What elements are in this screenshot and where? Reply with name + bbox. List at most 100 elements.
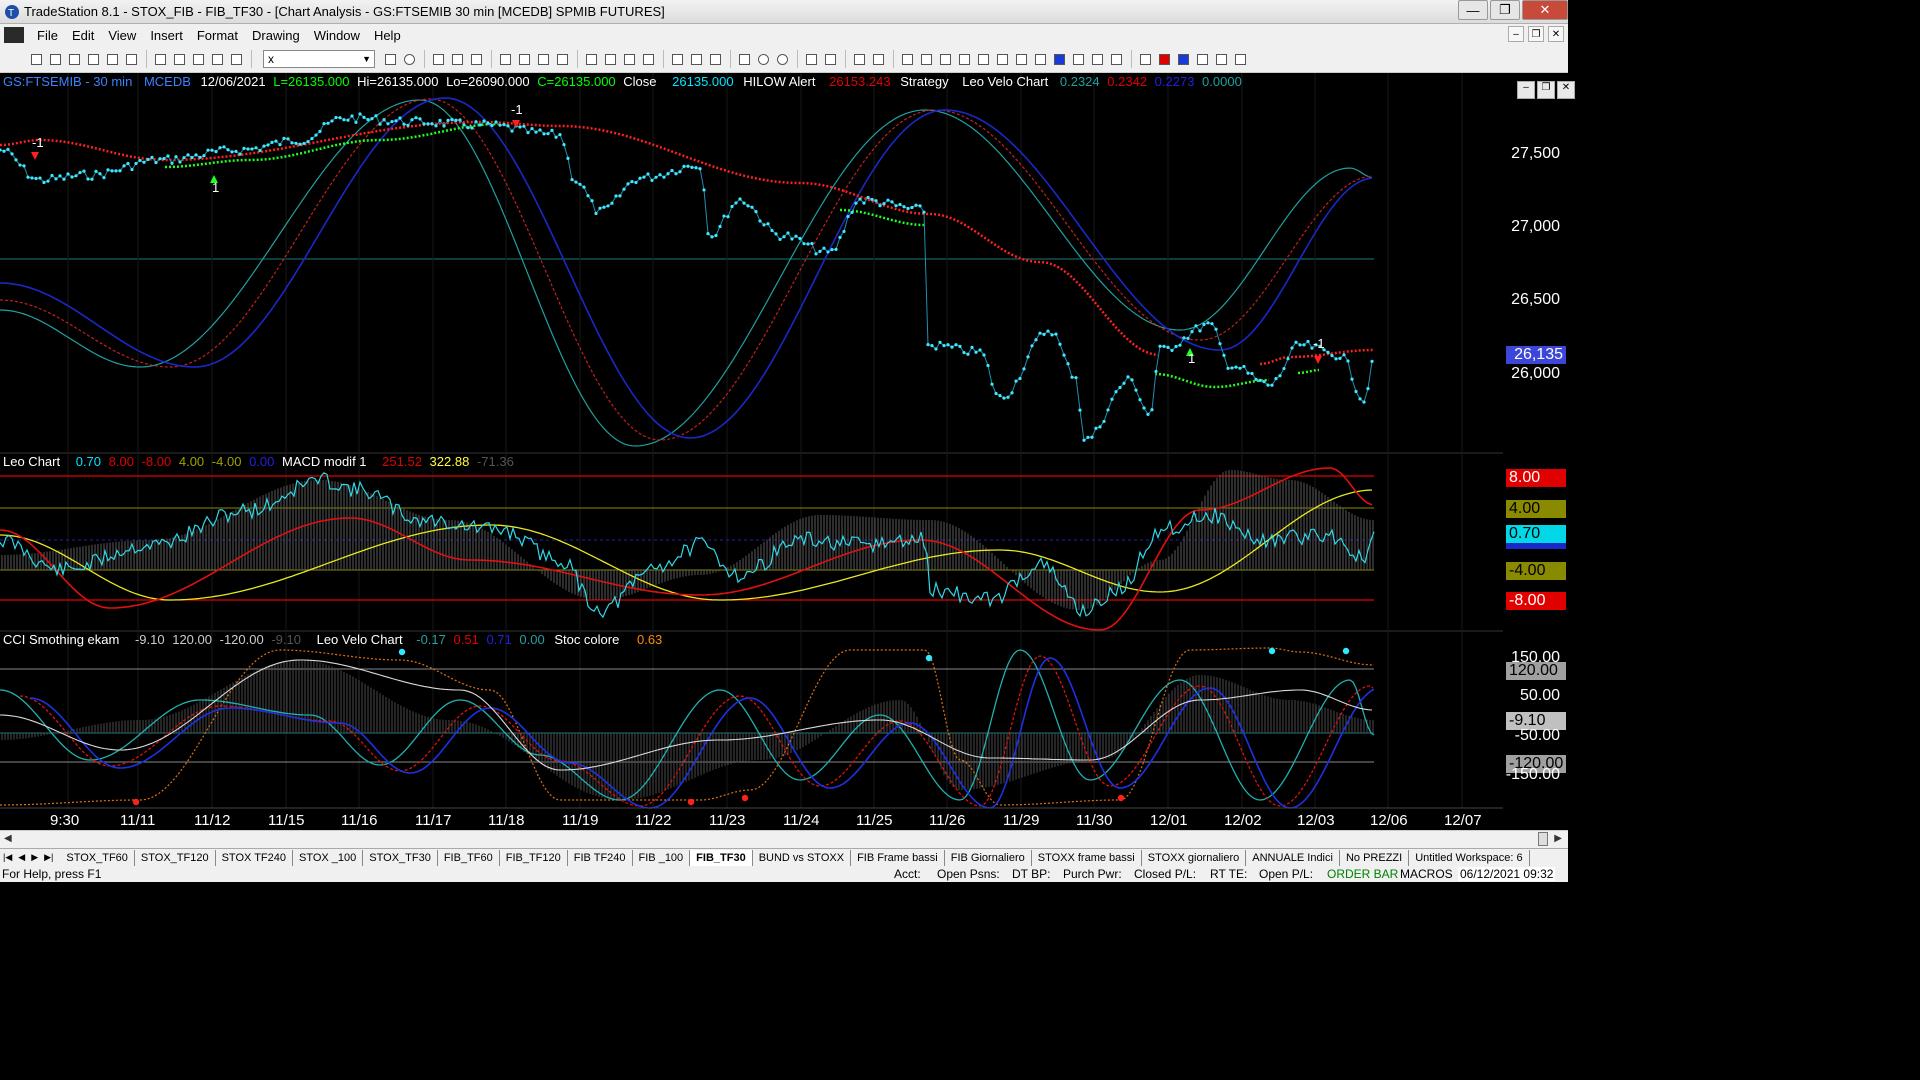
arrow-icon[interactable]	[1051, 51, 1067, 67]
speed-icon[interactable]	[1089, 51, 1105, 67]
workspace-tab[interactable]: FIB Frame bassi	[851, 849, 945, 866]
andrews-icon[interactable]	[994, 51, 1010, 67]
menu-file[interactable]: File	[30, 28, 65, 43]
workspace-tab[interactable]: STOXX giornaliero	[1142, 849, 1247, 866]
up-arrow-icon[interactable]	[1175, 51, 1191, 67]
data-icon[interactable]	[449, 51, 465, 67]
workspace-tab[interactable]: ANNUALE Indici	[1246, 849, 1340, 866]
search-icon[interactable]	[401, 51, 417, 67]
chart-area[interactable]	[0, 73, 1503, 829]
arc-icon[interactable]	[1013, 51, 1029, 67]
settings-icon[interactable]	[209, 51, 225, 67]
workspace-tab[interactable]: FIB_TF30	[690, 849, 753, 866]
go-icon[interactable]	[382, 51, 398, 67]
workspace-tab[interactable]: BUND vs STOXX	[753, 849, 852, 866]
strategy-icon[interactable]	[621, 51, 637, 67]
mdi-minimize-button[interactable]: –	[1508, 26, 1524, 42]
workspace-tab[interactable]: FIB _100	[633, 849, 691, 866]
scroll-right-icon[interactable]: ▶	[1554, 833, 1562, 844]
tab-nav-next-icon[interactable]: ▶	[28, 852, 41, 863]
workspace-tab[interactable]: STOX TF240	[216, 849, 293, 866]
menu-drawing[interactable]: Drawing	[245, 28, 307, 43]
workspace-tab[interactable]: No PREZZI	[1340, 849, 1410, 866]
color-icon[interactable]	[870, 51, 886, 67]
channel-icon[interactable]	[956, 51, 972, 67]
workspace-tab[interactable]: FIB_TF60	[438, 849, 500, 866]
workspace-tab[interactable]: FIB_TF120	[500, 849, 568, 866]
gann-icon[interactable]	[1032, 51, 1048, 67]
table-icon[interactable]	[468, 51, 484, 67]
rect-icon[interactable]	[1213, 51, 1229, 67]
menu-help[interactable]: Help	[367, 28, 408, 43]
save-icon[interactable]	[66, 51, 82, 67]
menu-window[interactable]: Window	[307, 28, 367, 43]
workspace-tab[interactable]: Untitled Workspace: 6	[1409, 849, 1530, 866]
vline-icon[interactable]	[937, 51, 953, 67]
bar-icon[interactable]	[669, 51, 685, 67]
save-all-icon[interactable]	[85, 51, 101, 67]
trendline-icon[interactable]	[899, 51, 915, 67]
crosshair-icon[interactable]	[736, 51, 752, 67]
tab-nav-prev-icon[interactable]: ◀	[15, 852, 28, 863]
close-button[interactable]: ✕	[1522, 0, 1568, 20]
quote-icon[interactable]	[516, 51, 532, 67]
indicator-icon[interactable]	[602, 51, 618, 67]
zoom-out-icon[interactable]	[774, 51, 790, 67]
workspace-tab[interactable]: STOX_TF30	[363, 849, 438, 866]
candle-icon[interactable]	[688, 51, 704, 67]
horizontal-scrollbar[interactable]: ◀ ▶	[0, 830, 1568, 848]
status-macros[interactable]: MACROS	[1400, 867, 1453, 881]
grid-icon[interactable]	[430, 51, 446, 67]
open-icon[interactable]	[47, 51, 63, 67]
mdi-restore-button[interactable]: ❐	[1528, 26, 1544, 42]
chevron-down-icon[interactable]: ▼	[362, 54, 371, 64]
alert-icon[interactable]	[583, 51, 599, 67]
window-icon[interactable]	[152, 51, 168, 67]
circle-icon[interactable]	[1194, 51, 1210, 67]
hline-icon[interactable]	[918, 51, 934, 67]
pane-restore-button[interactable]: ❐	[1537, 81, 1555, 99]
workspace-tab[interactable]: STOX_TF60	[60, 849, 135, 866]
pane-close-button[interactable]: ✕	[1557, 81, 1575, 99]
tab-nav-last-icon[interactable]: ▶|	[41, 852, 56, 863]
menu-edit[interactable]: Edit	[65, 28, 101, 43]
workspace-tab[interactable]: STOXX frame bassi	[1032, 849, 1142, 866]
menu-view[interactable]: View	[101, 28, 143, 43]
workspace-tab[interactable]: STOX _100	[293, 849, 364, 866]
symbol-input[interactable]: x ▼	[263, 50, 375, 68]
maximize-button[interactable]: ❐	[1490, 0, 1520, 20]
workspace-tab[interactable]: FIB TF240	[568, 849, 633, 866]
print-preview-icon[interactable]	[104, 51, 120, 67]
workspace-tab[interactable]: FIB Giornaliero	[945, 849, 1032, 866]
workspace-icon[interactable]	[171, 51, 187, 67]
line-icon[interactable]	[707, 51, 723, 67]
pen-icon[interactable]	[1108, 51, 1124, 67]
menu-insert[interactable]: Insert	[143, 28, 190, 43]
fib-icon[interactable]	[975, 51, 991, 67]
option-icon[interactable]	[640, 51, 656, 67]
chart-icon[interactable]	[554, 51, 570, 67]
lock-icon[interactable]	[190, 51, 206, 67]
macro-icon[interactable]	[228, 51, 244, 67]
format-icon[interactable]	[851, 51, 867, 67]
new-icon[interactable]	[28, 51, 44, 67]
arc2-icon[interactable]	[1137, 51, 1153, 67]
cursor-icon[interactable]	[822, 51, 838, 67]
scan-icon[interactable]	[535, 51, 551, 67]
status-order-bar[interactable]: ORDER BAR	[1327, 867, 1398, 881]
zoom-in-icon[interactable]	[755, 51, 771, 67]
scroll-left-icon[interactable]: ◀	[4, 833, 12, 844]
scroll-thumb[interactable]	[1538, 832, 1548, 846]
pointer-icon[interactable]	[803, 51, 819, 67]
down-arrow-icon[interactable]	[1156, 51, 1172, 67]
menu-format[interactable]: Format	[190, 28, 245, 43]
chart-window-icon[interactable]	[4, 27, 24, 43]
workspace-tab[interactable]: STOX_TF120	[135, 849, 216, 866]
tab-nav-first-icon[interactable]: |◀	[0, 852, 15, 863]
fan-icon[interactable]	[1070, 51, 1086, 67]
text-icon[interactable]	[1232, 51, 1248, 67]
minimize-button[interactable]: —	[1458, 0, 1488, 20]
radar-icon[interactable]	[497, 51, 513, 67]
print-icon[interactable]	[123, 51, 139, 67]
pane-minimize-button[interactable]: –	[1517, 81, 1535, 99]
